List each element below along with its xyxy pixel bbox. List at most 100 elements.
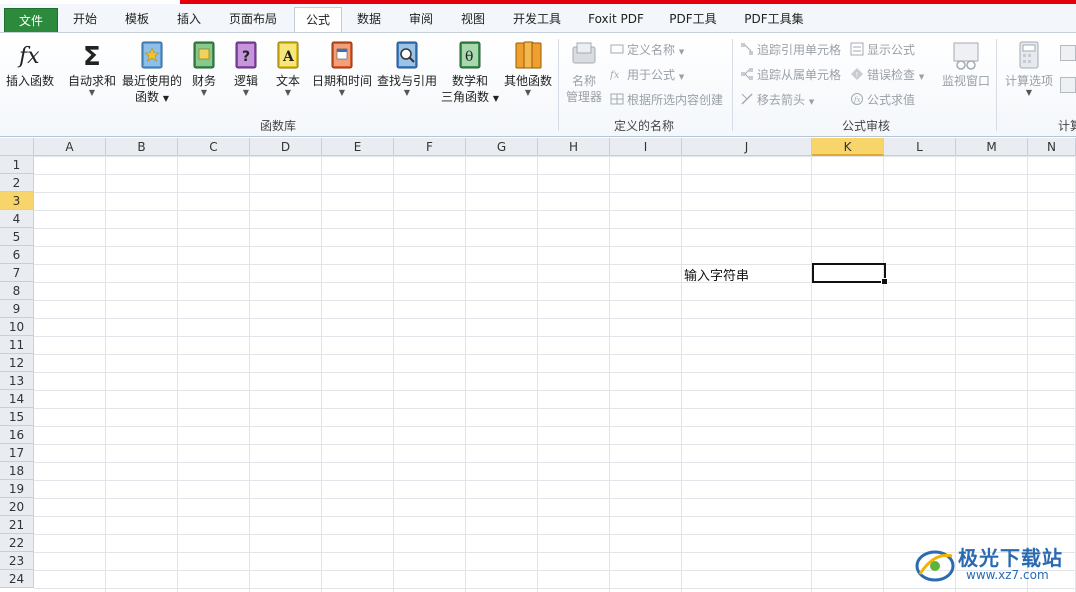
row-header-7[interactable]: 7 — [0, 264, 34, 282]
tab-template[interactable]: 模板 — [114, 7, 160, 32]
dropdown-arrow-icon: ▼ — [678, 48, 685, 56]
use-in-formula-button[interactable]: fx 用于公式 ▼ — [609, 66, 684, 84]
tab-data[interactable]: 数据 — [346, 7, 392, 32]
row-header-6[interactable]: 6 — [0, 246, 34, 264]
tab-pdf-tools[interactable]: PDF工具 — [660, 7, 726, 32]
cell-J7[interactable]: 输入字符串 — [684, 265, 749, 284]
error-checking-button[interactable]: ! 错误检查 ▼ — [850, 66, 924, 84]
row-header-13[interactable]: 13 — [0, 372, 34, 390]
define-name-label: 定义名称 — [627, 43, 676, 57]
create-from-selection-button[interactable]: 根据所选内容创建 — [610, 91, 723, 109]
remove-arrows-button[interactable]: 移去箭头 ▼ — [740, 91, 814, 109]
row-header-15[interactable]: 15 — [0, 408, 34, 426]
row-header-23[interactable]: 23 — [0, 552, 34, 570]
more-functions-button[interactable]: 其他函数 ▼ — [502, 39, 554, 97]
calculate-sheet-icon[interactable] — [1060, 77, 1076, 93]
tab-page-layout[interactable]: 页面布局 — [218, 7, 288, 32]
create-from-selection-label: 根据所选内容创建 — [627, 93, 724, 107]
row-header-16[interactable]: 16 — [0, 426, 34, 444]
group-label-function-library: 函数库 — [260, 119, 297, 133]
column-header-M[interactable]: M — [956, 138, 1028, 156]
column-header-E[interactable]: E — [322, 138, 394, 156]
tab-home[interactable]: 开始 — [62, 7, 108, 32]
grid-column-line — [883, 156, 884, 592]
recent-functions-button[interactable]: 最近使用的 函数 ▼ — [120, 39, 184, 107]
calendar-book-icon — [327, 39, 357, 71]
logical-button[interactable]: ? 逻辑 ▼ — [228, 39, 264, 97]
fill-handle[interactable] — [881, 278, 888, 285]
watch-window-button[interactable]: 监视窗口 — [938, 39, 994, 89]
text-book-icon: A — [273, 39, 303, 71]
row-header-22[interactable]: 22 — [0, 534, 34, 552]
tab-pdf-toolset[interactable]: PDF工具集 — [734, 7, 814, 32]
calculate-now-icon[interactable] — [1060, 45, 1076, 61]
cell-grid[interactable] — [34, 156, 1076, 592]
column-header-N[interactable]: N — [1028, 138, 1076, 156]
grid-column-line — [955, 156, 956, 592]
date-time-label: 日期和时间 — [311, 74, 372, 88]
tab-insert[interactable]: 插入 — [166, 7, 212, 32]
insert-function-button[interactable]: fx 插入函数 — [2, 39, 58, 89]
date-time-button[interactable]: 日期和时间 ▼ — [310, 39, 374, 97]
tab-file[interactable]: 文件 — [4, 8, 58, 34]
lookup-reference-button[interactable]: 查找与引用 ▼ — [376, 39, 438, 97]
row-header-12[interactable]: 12 — [0, 354, 34, 372]
column-header-A[interactable]: A — [34, 138, 106, 156]
name-manager-button[interactable]: 名称 管理器 — [562, 39, 606, 105]
tab-review[interactable]: 审阅 — [398, 7, 444, 32]
active-cell-K7[interactable] — [812, 263, 888, 285]
show-formulas-button[interactable]: 显示公式 — [850, 41, 915, 59]
row-header-11[interactable]: 11 — [0, 336, 34, 354]
row-header-8[interactable]: 8 — [0, 282, 34, 300]
trace-precedents-button[interactable]: 追踪引用单元格 — [740, 41, 841, 59]
column-header-H[interactable]: H — [538, 138, 610, 156]
text-functions-button[interactable]: A 文本 ▼ — [270, 39, 306, 97]
evaluate-formula-button[interactable]: fx 公式求值 — [850, 91, 915, 109]
row-header-18[interactable]: 18 — [0, 462, 34, 480]
row-header-21[interactable]: 21 — [0, 516, 34, 534]
column-header-K[interactable]: K — [812, 138, 884, 156]
column-header-F[interactable]: F — [394, 138, 466, 156]
dropdown-arrow-icon: ▼ — [338, 88, 346, 97]
trace-dependents-button[interactable]: 追踪从属单元格 — [740, 66, 841, 84]
column-header-L[interactable]: L — [884, 138, 956, 156]
watch-window-icon — [951, 39, 981, 71]
row-header-20[interactable]: 20 — [0, 498, 34, 516]
row-header-2[interactable]: 2 — [0, 174, 34, 192]
row-header-1[interactable]: 1 — [0, 156, 34, 174]
tab-formulas[interactable]: 公式 — [294, 7, 342, 35]
math-trig-button[interactable]: θ 数学和 三角函数 ▼ — [440, 39, 500, 107]
define-name-button[interactable]: 定义名称 ▼ — [610, 41, 684, 59]
svg-text:fx: fx — [610, 70, 620, 81]
row-header-14[interactable]: 14 — [0, 390, 34, 408]
dropdown-arrow-icon: ▼ — [88, 88, 96, 97]
column-header-B[interactable]: B — [106, 138, 178, 156]
watermark: 极光下载站 www.xz7.com — [914, 540, 1074, 588]
column-header-D[interactable]: D — [250, 138, 322, 156]
tab-developer[interactable]: 开发工具 — [502, 7, 572, 32]
dropdown-arrow-icon: ▼ — [918, 73, 925, 81]
column-header-I[interactable]: I — [610, 138, 682, 156]
tab-foxit-pdf[interactable]: Foxit PDF — [580, 7, 652, 32]
finance-button[interactable]: 财务 ▼ — [186, 39, 222, 97]
row-header-4[interactable]: 4 — [0, 210, 34, 228]
row-header-3[interactable]: 3 — [0, 192, 34, 210]
row-header-17[interactable]: 17 — [0, 444, 34, 462]
column-header-J[interactable]: J — [682, 138, 812, 156]
calculation-options-button[interactable]: 计算选项 ▼ — [1000, 39, 1058, 97]
row-header-5[interactable]: 5 — [0, 228, 34, 246]
row-header-24[interactable]: 24 — [0, 570, 34, 588]
row-header-19[interactable]: 19 — [0, 480, 34, 498]
column-header-G[interactable]: G — [466, 138, 538, 156]
row-header-9[interactable]: 9 — [0, 300, 34, 318]
insert-function-label: 插入函数 — [5, 74, 54, 88]
watch-window-label: 监视窗口 — [941, 74, 990, 88]
row-header-10[interactable]: 10 — [0, 318, 34, 336]
select-all-corner[interactable] — [0, 138, 34, 156]
grid-column-line — [393, 156, 394, 592]
dropdown-arrow-icon: ▼ — [524, 88, 532, 97]
autosum-button[interactable]: Σ 自动求和 ▼ — [64, 39, 120, 97]
trace-dependents-label: 追踪从属单元格 — [757, 68, 842, 82]
tab-view[interactable]: 视图 — [450, 7, 496, 32]
column-header-C[interactable]: C — [178, 138, 250, 156]
